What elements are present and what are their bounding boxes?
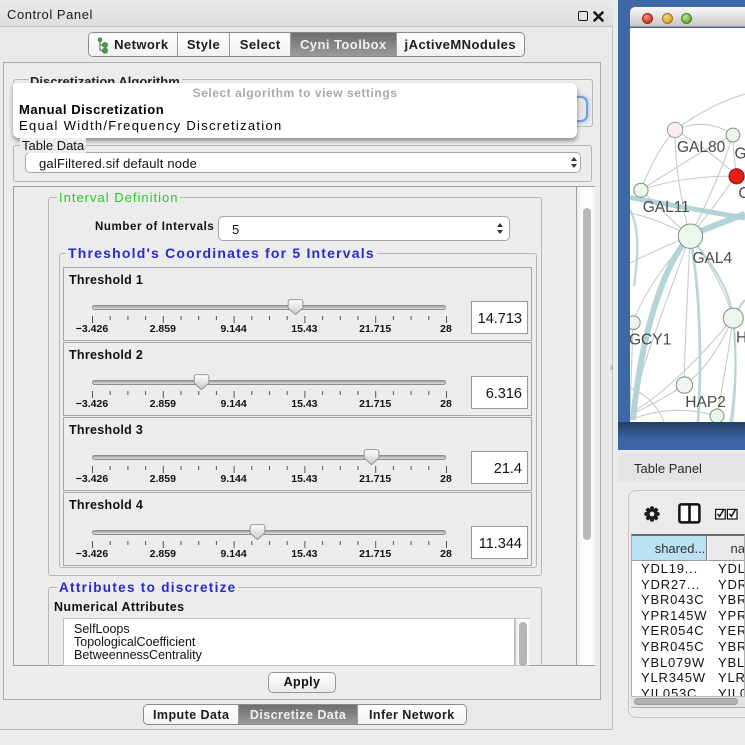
svg-text:GCY1: GCY1 xyxy=(630,331,671,348)
svg-text:C: C xyxy=(738,185,745,202)
svg-text:GAL80: GAL80 xyxy=(677,139,726,156)
svg-text:H: H xyxy=(736,330,745,347)
svg-text:HAP2: HAP2 xyxy=(685,394,726,411)
svg-text:GAL4: GAL4 xyxy=(693,250,733,267)
svg-text:GAL11: GAL11 xyxy=(643,199,690,216)
svg-text:GA: GA xyxy=(735,145,745,162)
